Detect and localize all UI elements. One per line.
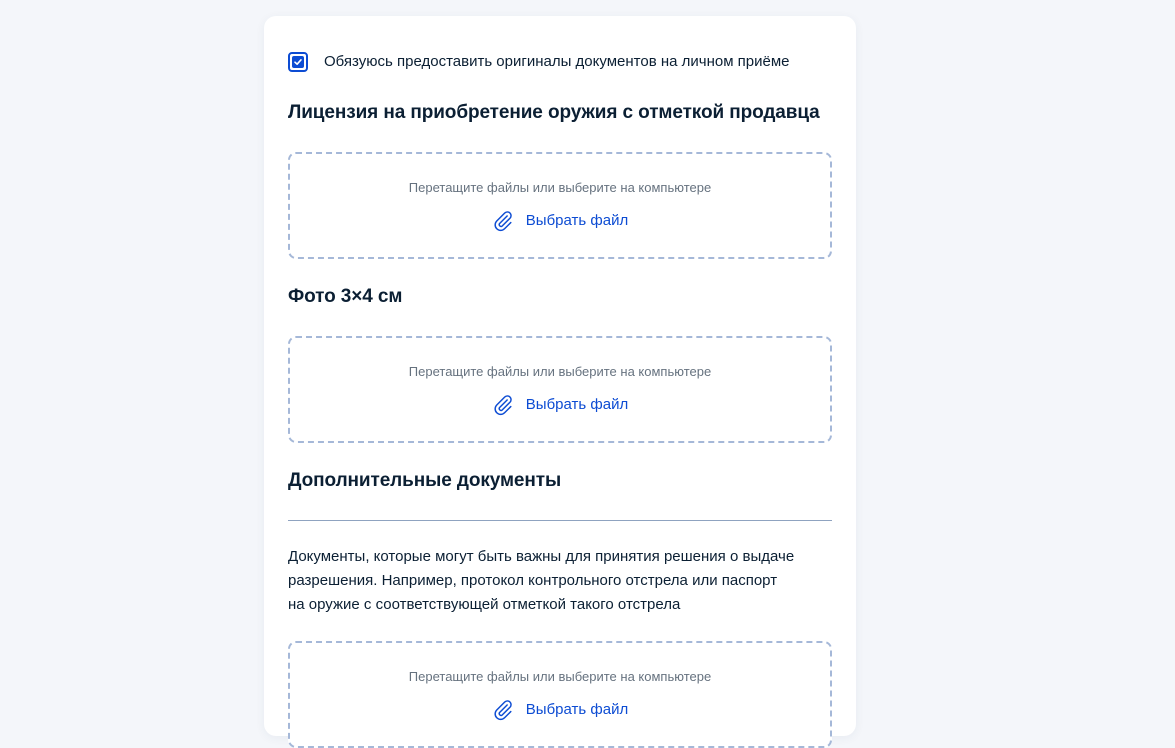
description-line: на оружие с соответствующей отметкой так… (288, 596, 681, 613)
dropzone-hint: Перетащите файлы или выберите на компьют… (408, 669, 712, 684)
select-file-button[interactable]: Выбрать файл (290, 394, 830, 416)
description-line: Документы, которые могут быть важны для … (288, 548, 795, 565)
select-file-label: Выбрать файл (525, 396, 629, 413)
section-title-additional: Дополнительные документы (288, 470, 562, 491)
section-title-photo: Фото 3×4 см (288, 286, 403, 307)
consent-checkbox[interactable] (288, 52, 308, 72)
select-file-label: Выбрать файл (525, 701, 629, 718)
file-dropzone-photo[interactable]: Перетащите файлы или выберите на компьют… (288, 336, 832, 443)
form-card: Обязуюсь предоставить оригиналы документ… (264, 16, 856, 748)
description-line: разрешения. Например, протокол контрольн… (288, 572, 778, 589)
consent-label: Обязуюсь предоставить оригиналы документ… (324, 53, 790, 70)
file-dropzone-additional[interactable]: Перетащите файлы или выберите на компьют… (288, 641, 832, 748)
dropzone-hint: Перетащите файлы или выберите на компьют… (408, 180, 712, 195)
paperclip-icon (492, 699, 514, 721)
select-file-label: Выбрать файл (525, 212, 629, 229)
paperclip-icon (492, 394, 514, 416)
section-title-license: Лицензия на приобретение оружия с отметк… (288, 102, 820, 123)
dropzone-hint: Перетащите файлы или выберите на компьют… (408, 364, 712, 379)
select-file-button[interactable]: Выбрать файл (290, 210, 830, 232)
select-file-button[interactable]: Выбрать файл (290, 699, 830, 721)
paperclip-icon (492, 210, 514, 232)
file-dropzone-license[interactable]: Перетащите файлы или выберите на компьют… (288, 152, 832, 259)
checkmark-icon (292, 56, 304, 68)
consent-row[interactable]: Обязуюсь предоставить оригиналы документ… (288, 52, 790, 72)
section-divider (288, 520, 832, 521)
additional-docs-description: Документы, которые могут быть важны для … (288, 545, 838, 617)
